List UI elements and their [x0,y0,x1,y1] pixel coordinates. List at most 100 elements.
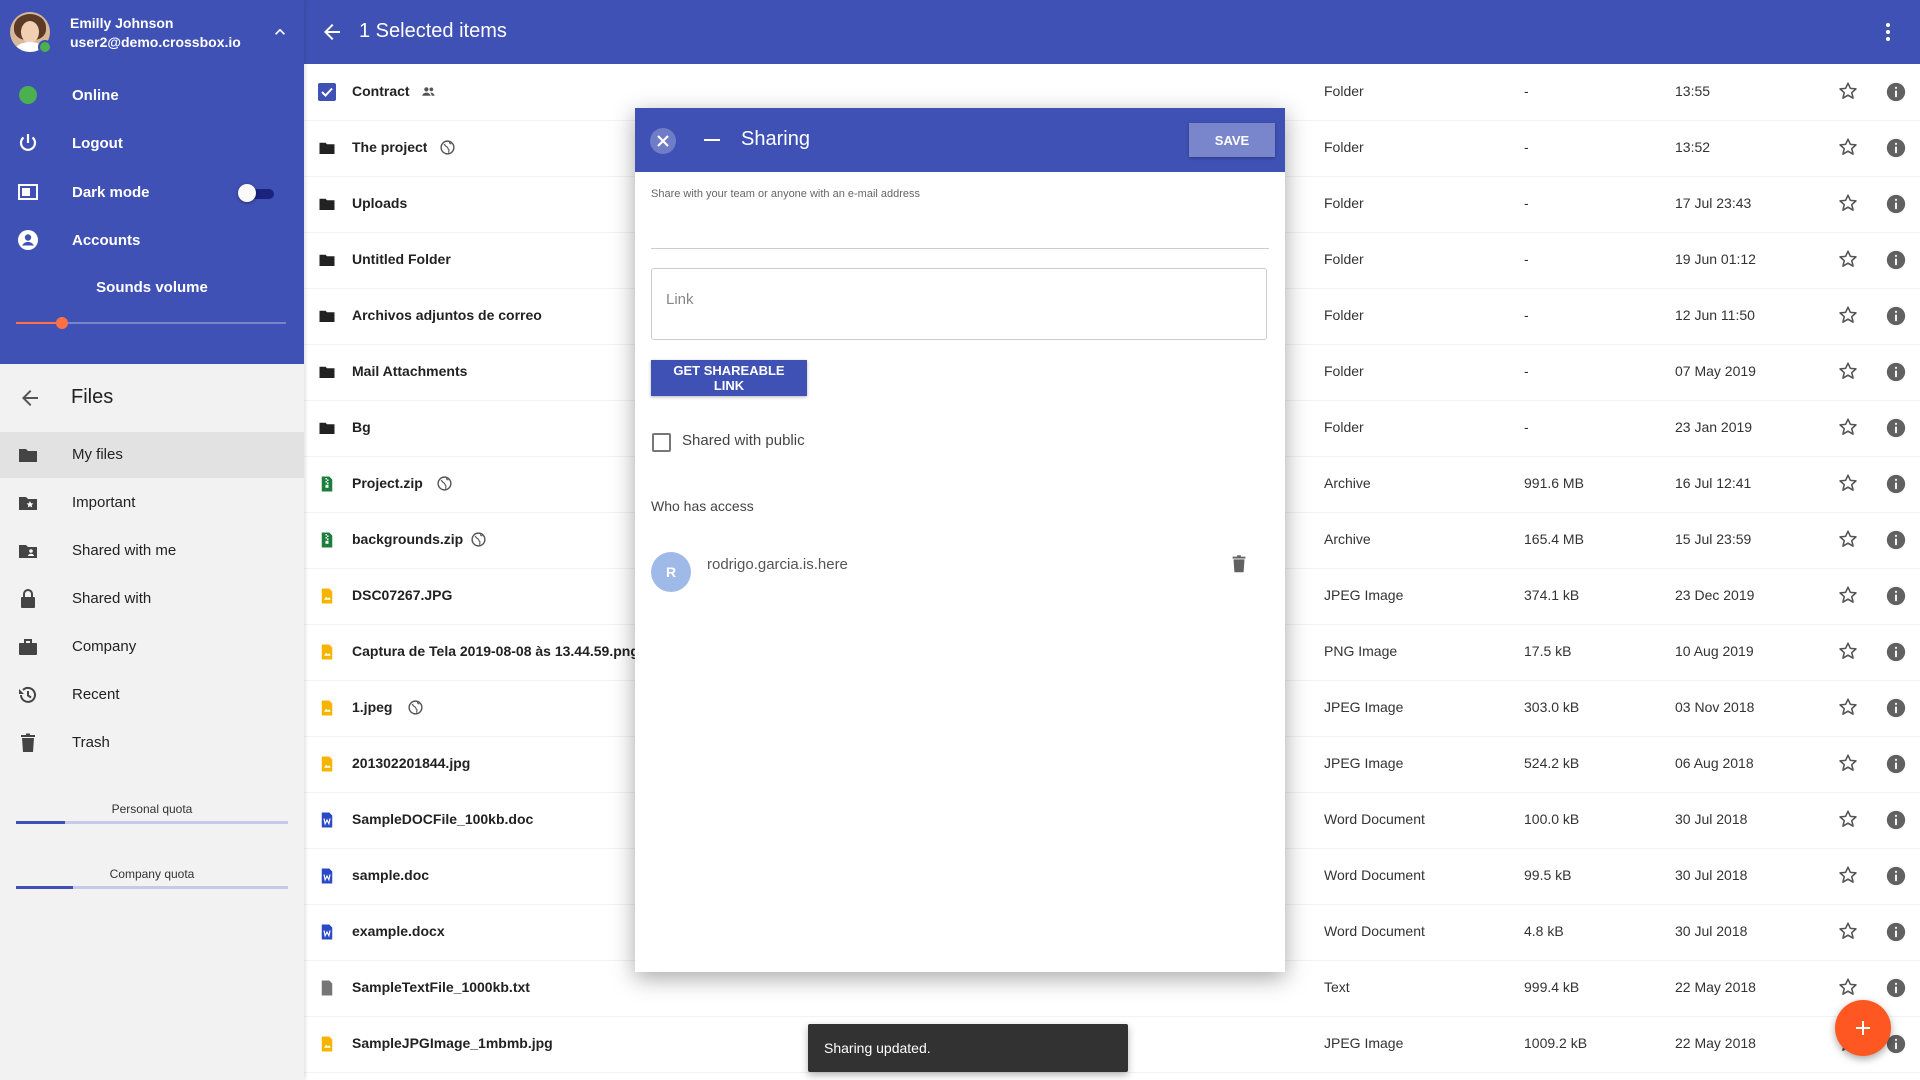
info-icon[interactable] [1885,697,1907,719]
nav-important[interactable]: Important [0,480,304,526]
status-online-item[interactable]: Online [0,73,304,117]
file-size: 1009.2 kB [1524,1035,1588,1051]
file-name[interactable]: Uploads [352,195,407,211]
info-icon[interactable] [1885,921,1907,943]
checkbox-checked-icon[interactable] [318,83,336,101]
star-icon[interactable] [1837,640,1859,662]
file-name[interactable]: Project.zip [352,475,423,491]
sharing-dialog: Sharing SAVE Share with your team or any… [635,108,1285,972]
account-circle-icon [16,228,40,252]
file-name[interactable]: SampleJPGImage_1mbmb.jpg [352,1035,553,1051]
star-icon[interactable] [1837,248,1859,270]
nav-my-files[interactable]: My files [0,432,304,478]
shared-with-public-label: Shared with public [682,432,805,449]
back-arrow-icon[interactable] [18,386,42,410]
file-name[interactable]: Bg [352,419,371,435]
plus-icon [1856,1021,1870,1035]
word-file-icon [318,923,336,941]
star-icon[interactable] [1837,976,1859,998]
back-arrow-icon[interactable] [320,20,344,44]
share-email-input[interactable] [651,248,1269,249]
info-icon[interactable] [1885,753,1907,775]
avatar: R [651,552,691,592]
file-date: 23 Jan 2019 [1675,419,1753,435]
selection-title: 1 Selected items [359,20,507,42]
info-icon[interactable] [1885,977,1907,999]
file-date: 19 Jun 01:12 [1675,251,1756,267]
file-name[interactable]: DSC07267.JPG [352,587,452,603]
more-vert-icon[interactable] [1876,20,1900,44]
nav-recent[interactable]: Recent [0,672,304,718]
star-icon[interactable] [1837,696,1859,718]
info-icon[interactable] [1885,249,1907,271]
file-name[interactable]: SampleDOCFile_100kb.doc [352,811,533,827]
get-shareable-link-button[interactable]: GET SHAREABLE LINK [651,360,807,396]
file-size: - [1524,307,1529,323]
info-icon[interactable] [1885,81,1907,103]
star-icon[interactable] [1837,136,1859,158]
access-user-name: rodrigo.garcia.is.here [707,556,848,573]
info-icon[interactable] [1885,193,1907,215]
file-name[interactable]: 201302201844.jpg [352,755,470,771]
file-name[interactable]: backgrounds.zip [352,531,463,547]
globe-icon [436,475,453,492]
file-name[interactable]: Untitled Folder [352,251,451,267]
file-name[interactable]: example.docx [352,923,445,939]
file-name[interactable]: Captura de Tela 2019-08-08 às 13.44.59.p… [352,643,639,659]
nav-shared-with-me[interactable]: Shared with me [0,528,304,574]
info-icon[interactable] [1885,473,1907,495]
star-icon[interactable] [1837,808,1859,830]
file-date: 10 Aug 2019 [1675,643,1754,659]
star-icon[interactable] [1837,528,1859,550]
info-icon[interactable] [1885,809,1907,831]
nav-shared-with[interactable]: Shared with [0,576,304,622]
file-date: 13:52 [1675,139,1711,155]
link-field[interactable]: Link [651,268,1267,340]
star-icon[interactable] [1837,304,1859,326]
chevron-up-icon[interactable] [270,22,290,42]
nav-recent-label: Recent [72,686,120,703]
star-icon[interactable] [1837,584,1859,606]
info-icon[interactable] [1885,529,1907,551]
info-icon[interactable] [1885,417,1907,439]
accounts-item[interactable]: Accounts [0,218,304,262]
star-icon[interactable] [1837,472,1859,494]
add-button[interactable] [1835,1000,1891,1056]
info-icon[interactable] [1885,137,1907,159]
minimize-icon[interactable] [704,139,720,141]
info-icon[interactable] [1885,305,1907,327]
file-size: - [1524,363,1529,379]
info-icon[interactable] [1885,361,1907,383]
file-name[interactable]: Mail Attachments [352,363,467,379]
nav-company[interactable]: Company [0,624,304,670]
save-button[interactable]: SAVE [1189,123,1275,157]
dialog-title: Sharing [741,128,810,150]
volume-slider[interactable] [16,316,286,330]
dark-mode-toggle[interactable] [238,184,274,202]
close-icon[interactable] [650,128,676,154]
star-icon[interactable] [1837,416,1859,438]
trash-icon[interactable] [1228,552,1250,576]
shared-with-public-checkbox[interactable] [652,433,671,452]
file-name[interactable]: The project [352,139,427,155]
star-icon[interactable] [1837,192,1859,214]
info-icon[interactable] [1885,865,1907,887]
file-name[interactable]: 1.jpeg [352,699,392,715]
folder-icon [318,139,336,157]
star-icon[interactable] [1837,752,1859,774]
info-icon[interactable] [1885,641,1907,663]
info-icon[interactable] [1885,585,1907,607]
file-name[interactable]: Contract [352,83,410,99]
nav-trash[interactable]: Trash [0,720,304,766]
file-name[interactable]: sample.doc [352,867,429,883]
nav-company-label: Company [72,638,137,655]
volume-slider-handle[interactable] [55,317,68,329]
star-icon[interactable] [1837,360,1859,382]
file-name[interactable]: Archivos adjuntos de correo [352,307,542,323]
star-icon[interactable] [1837,920,1859,942]
text-file-icon [318,979,336,997]
star-icon[interactable] [1837,864,1859,886]
file-name[interactable]: SampleTextFile_1000kb.txt [352,979,530,995]
logout-item[interactable]: Logout [0,121,304,165]
star-icon[interactable] [1837,80,1859,102]
